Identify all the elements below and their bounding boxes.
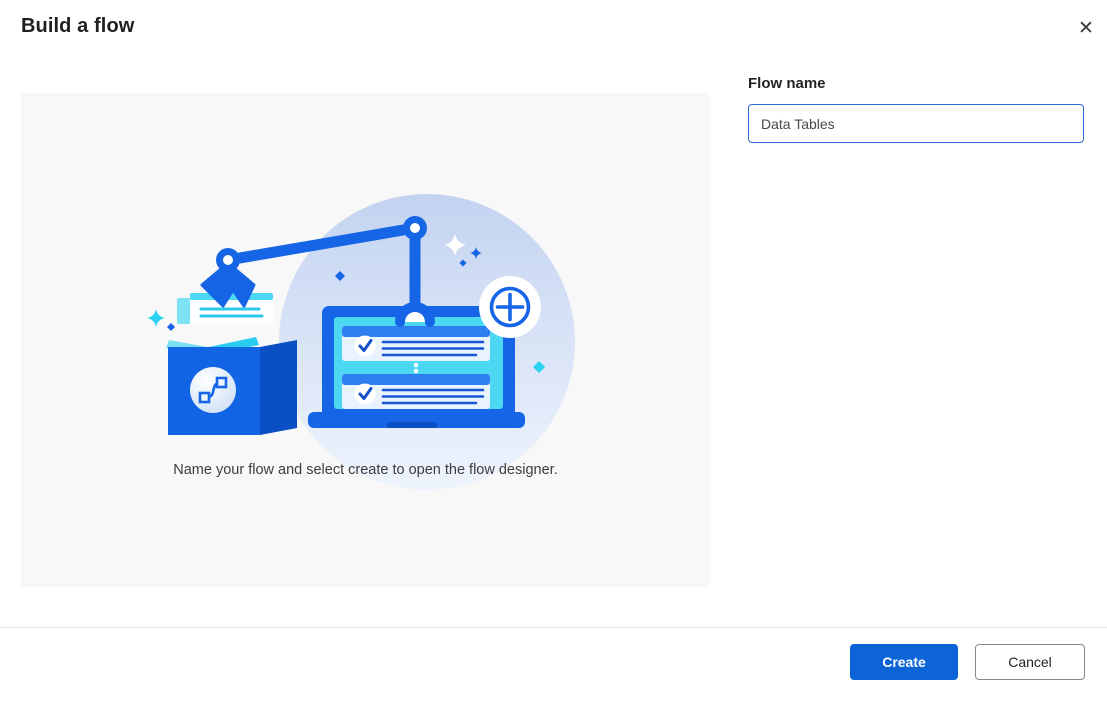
box-icon — [166, 337, 297, 435]
cancel-button[interactable]: Cancel — [975, 644, 1085, 680]
flow-name-input[interactable] — [748, 104, 1084, 143]
dialog-title: Build a flow — [21, 15, 134, 38]
add-icon — [479, 276, 541, 338]
close-icon: ✕ — [1078, 19, 1094, 38]
flow-name-label: Flow name — [748, 75, 826, 92]
crane-hook-icon — [400, 307, 430, 322]
illustration-caption: Name your flow and select create to open… — [21, 462, 710, 478]
illustration-panel: Name your flow and select create to open… — [21, 93, 710, 587]
footer-divider — [0, 627, 1107, 628]
close-button[interactable]: ✕ — [1072, 14, 1100, 42]
flow-illustration — [21, 93, 710, 587]
create-button[interactable]: Create — [850, 644, 958, 680]
